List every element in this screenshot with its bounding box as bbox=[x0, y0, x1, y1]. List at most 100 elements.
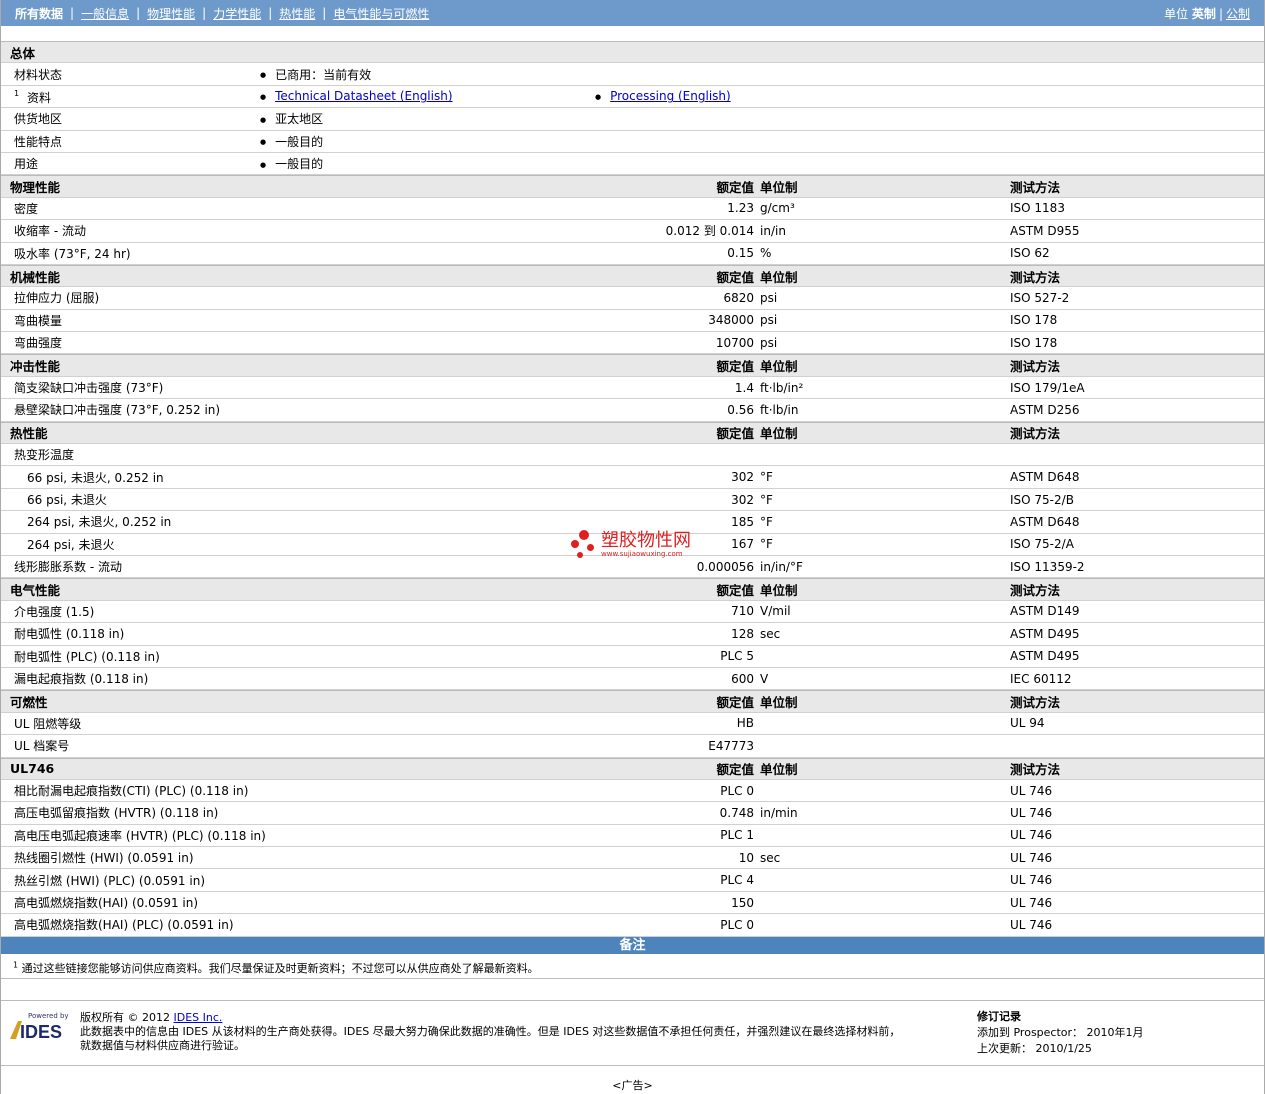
copyright: 版权所有 © 2012 bbox=[80, 1011, 170, 1024]
property-row: 简支梁缺口冲击强度 (73°F) 1.4 ft·lb/in² ISO 179/1eA bbox=[1, 377, 1264, 400]
section-title: 电气性能 bbox=[10, 583, 61, 599]
property-test-method: UL 746 bbox=[1010, 828, 1053, 843]
property-test-method: UL 746 bbox=[1010, 917, 1053, 932]
property-row: 耐电弧性 (PLC) (0.118 in) PLC 5 ASTM D495 bbox=[1, 646, 1264, 668]
section-header: 电气性能 额定值 单位制 测试方法 bbox=[1, 578, 1264, 601]
property-test-method: UL 746 bbox=[1010, 895, 1053, 910]
property-unit: °F bbox=[760, 514, 773, 529]
section-header-general: 总体 bbox=[1, 41, 1264, 64]
property-unit: psi bbox=[760, 335, 778, 350]
nav-item[interactable]: 电气性能与可燃性 bbox=[333, 5, 429, 22]
property-unit: g/cm³ bbox=[760, 201, 795, 216]
disclaimer-2: 就数据值与材料供应商进行验证。 bbox=[80, 1039, 245, 1052]
property-test-method: ISO 62 bbox=[1010, 246, 1050, 261]
column-test-method: 测试方法 bbox=[1010, 762, 1061, 778]
revision-added: 添加到 Prospector： 2010年1月 bbox=[977, 1026, 1144, 1039]
property-test-method: UL 746 bbox=[1010, 783, 1053, 798]
property-row: UL 档案号 E47773 bbox=[1, 735, 1264, 758]
technical-datasheet-link[interactable]: Technical Datasheet (English) bbox=[275, 89, 452, 103]
nav-item[interactable]: 一般信息 bbox=[81, 5, 129, 22]
disclaimer: 此数据表中的信息由 IDES 从该材料的生产商处获得。IDES 尽最大努力确保此… bbox=[80, 1025, 901, 1038]
property-value: 0.012 到 0.014 bbox=[665, 224, 754, 239]
column-unit: 单位制 bbox=[760, 695, 798, 711]
section-header: UL746 额定值 单位制 测试方法 bbox=[1, 757, 1264, 780]
superscript: 1 bbox=[14, 88, 20, 98]
property-row: 热变形温度 bbox=[1, 444, 1264, 467]
nav-separator: | bbox=[1218, 6, 1223, 21]
property-value: 10700 bbox=[715, 335, 754, 350]
property-test-method: ISO 1183 bbox=[1010, 201, 1065, 216]
section-title: UL746 bbox=[10, 761, 55, 777]
property-test-method: ASTM D648 bbox=[1010, 470, 1080, 485]
property-value: 1.4 bbox=[734, 380, 754, 395]
unit-metric[interactable]: 公制 bbox=[1226, 7, 1250, 21]
row-value: 一般目的 bbox=[260, 133, 323, 150]
property-label: 线形膨胀系数 - 流动 bbox=[14, 560, 122, 575]
column-nominal: 额定值 bbox=[716, 269, 754, 285]
property-row: 漏电起痕指数 (0.118 in) 600 V IEC 60112 bbox=[1, 668, 1264, 691]
section-header: 机械性能 额定值 单位制 测试方法 bbox=[1, 264, 1264, 288]
property-value: 185 bbox=[731, 514, 754, 529]
property-row: 悬壁梁缺口冲击强度 (73°F, 0.252 in) 0.56 ft·lb/in AS… bbox=[1, 399, 1264, 422]
property-unit: in/in bbox=[760, 223, 786, 238]
section-header: 冲击性能 额定值 单位制 测试方法 bbox=[1, 354, 1264, 377]
nav-separator: | bbox=[136, 6, 141, 20]
property-row: 热线圈引燃性 (HWI) (0.0591 in) 10 sec UL 746 bbox=[1, 847, 1264, 870]
property-row: 66 psi, 未退火, 0.252 in 302 °F ASTM D648 bbox=[1, 466, 1264, 489]
section-title: 总体 bbox=[10, 45, 36, 61]
ides-link[interactable]: IDES Inc. bbox=[174, 1011, 223, 1024]
property-value: PLC 0 bbox=[720, 917, 754, 932]
property-value: PLC 5 bbox=[720, 649, 754, 664]
nav-separator: | bbox=[268, 6, 273, 20]
processing-link[interactable]: Processing (English) bbox=[610, 89, 731, 103]
nav-item-all[interactable]: 所有数据 bbox=[15, 5, 63, 22]
property-unit: °F bbox=[760, 537, 773, 552]
property-unit: ft·lb/in bbox=[760, 402, 799, 417]
section-title: 机械性能 bbox=[10, 269, 61, 285]
property-test-method: ISO 527-2 bbox=[1010, 290, 1070, 305]
property-unit: psi bbox=[760, 313, 778, 328]
nav-item[interactable]: 力学性能 bbox=[213, 5, 261, 22]
section-header: 物理性能 额定值 单位制 测试方法 bbox=[1, 175, 1264, 198]
property-label: 漏电起痕指数 (0.118 in) bbox=[14, 672, 149, 687]
property-test-method: IEC 60112 bbox=[1010, 671, 1072, 686]
property-label: 相比耐漏电起痕指数(CTI) (PLC) (0.118 in) bbox=[14, 784, 249, 799]
property-label: 简支梁缺口冲击强度 (73°F) bbox=[14, 381, 164, 396]
property-label: 66 psi, 未退火 bbox=[27, 493, 107, 507]
section-title: 冲击性能 bbox=[10, 359, 61, 375]
property-unit: °F bbox=[760, 492, 773, 507]
nav-item[interactable]: 热性能 bbox=[279, 5, 315, 22]
column-nominal: 额定值 bbox=[716, 695, 754, 711]
property-value: E47773 bbox=[708, 738, 754, 753]
property-row: 介电强度 (1.5) 710 V/mil ASTM D149 bbox=[1, 601, 1264, 624]
notes-header: 备注 bbox=[1, 936, 1264, 954]
property-unit: ft·lb/in² bbox=[760, 380, 804, 395]
row-label: 资料 bbox=[27, 90, 52, 105]
property-value: PLC 1 bbox=[720, 828, 754, 843]
unit-imperial[interactable]: 英制 bbox=[1192, 7, 1216, 21]
column-test-method: 测试方法 bbox=[1010, 359, 1061, 375]
revision-title: 修订记录 bbox=[977, 1010, 1021, 1023]
property-label: 收缩率 - 流动 bbox=[14, 224, 86, 239]
row-value: 亚太地区 bbox=[260, 110, 323, 127]
general-row: 性能特点 一般目的 bbox=[1, 131, 1264, 153]
column-nominal: 额定值 bbox=[716, 762, 754, 778]
property-row: 耐电弧性 (0.118 in) 128 sec ASTM D495 bbox=[1, 623, 1264, 646]
property-label: 拉伸应力 (屈服) bbox=[14, 291, 100, 306]
property-value: PLC 0 bbox=[720, 783, 754, 798]
row-label: 用途 bbox=[14, 157, 39, 172]
row-label: 性能特点 bbox=[14, 134, 63, 149]
row-label: 材料状态 bbox=[14, 67, 63, 82]
property-value: 710 bbox=[731, 604, 754, 619]
property-row: 相比耐漏电起痕指数(CTI) (PLC) (0.118 in) PLC 0 UL 7… bbox=[1, 780, 1264, 803]
property-label: 264 psi, 未退火, 0.252 in bbox=[27, 515, 172, 530]
property-label: 热线圈引燃性 (HWI) (0.0591 in) bbox=[14, 851, 194, 866]
nav-item[interactable]: 物理性能 bbox=[147, 5, 195, 22]
property-row: 高电弧燃烧指数(HAI) (0.0591 in) 150 UL 746 bbox=[1, 892, 1264, 915]
property-test-method: UL 94 bbox=[1010, 716, 1045, 731]
property-unit: °F bbox=[760, 470, 773, 485]
property-test-method: ISO 179/1eA bbox=[1010, 380, 1085, 395]
property-row: 拉伸应力 (屈服) 6820 psi ISO 527-2 bbox=[1, 287, 1264, 310]
property-label: 密度 bbox=[14, 201, 39, 216]
watermark-dots-icon bbox=[571, 530, 597, 560]
